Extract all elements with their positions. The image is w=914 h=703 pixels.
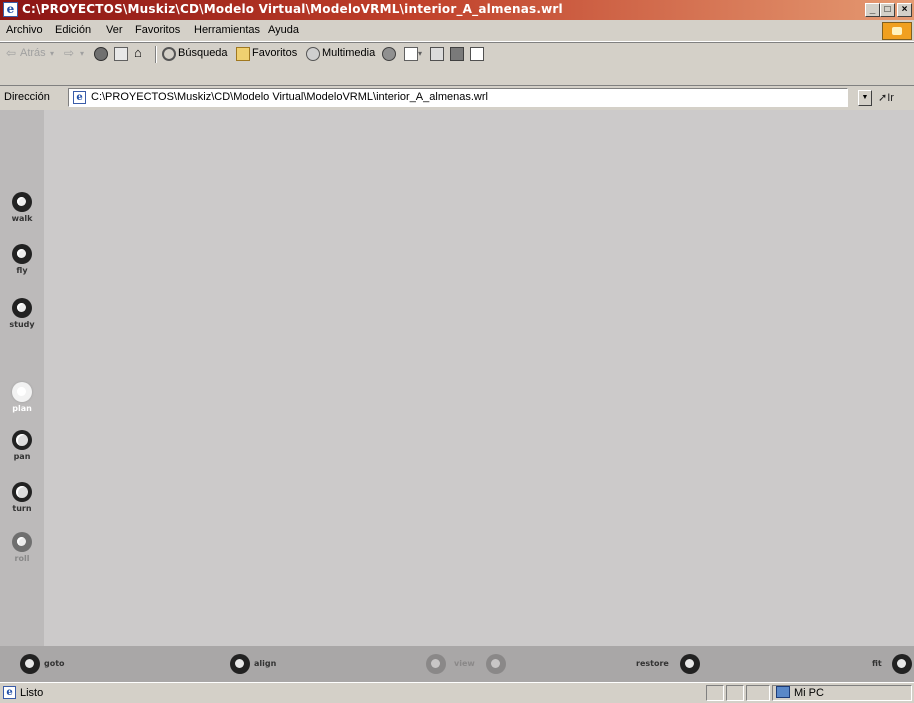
menu-ver[interactable]: Ver [106,24,123,36]
history-icon[interactable] [382,47,396,61]
turn-knob-icon [12,482,32,502]
menu-bar: Archivo Edición Ver Favoritos Herramient… [0,20,914,42]
study-knob-icon [12,298,32,318]
minimize-button[interactable]: _ [865,3,880,17]
goto-label: goto [44,659,65,668]
roll-label: roll [14,554,30,563]
menu-archivo[interactable]: Archivo [6,24,43,36]
status-pane-zone [772,685,912,701]
fly-label: fly [16,266,28,275]
status-text: Listo [20,687,44,699]
go-button[interactable]: ➚Ir [878,91,894,104]
stop-icon[interactable] [94,47,108,61]
multimedia-button[interactable]: Multimedia [322,47,375,59]
status-pane-progress [706,685,724,701]
go-label: Ir [887,92,894,104]
go-arrow-icon: ➚ [878,92,888,104]
vrml-bottom-dashboard: goto align view restore fit [0,646,914,682]
multimedia-icon[interactable] [306,47,320,61]
toolbar: ⇦ Atrás ▾ ⇨ ▾ ⌂ Búsqueda Favoritos Multi… [0,42,914,65]
ie-page-icon[interactable]: e [3,2,18,17]
plan-label: plan [12,404,32,413]
restore-knob-icon [680,654,700,674]
plan-button[interactable]: plan [0,382,44,413]
plan-knob-icon [12,382,32,402]
align-knob-icon [230,654,250,674]
computer-icon [776,686,790,698]
menu-favoritos[interactable]: Favoritos [135,24,180,36]
back-dropdown-icon[interactable]: ▾ [50,47,64,61]
walk-button[interactable]: walk [0,192,44,223]
align-button[interactable]: align [230,654,290,676]
view-prev-icon[interactable] [426,654,446,674]
menu-edicion[interactable]: Edición [55,24,91,36]
pan-button[interactable]: pan [0,430,44,461]
address-input[interactable]: e C:\PROYECTOS\Muskiz\CD\Modelo Virtual\… [68,88,848,107]
walk-label: walk [11,214,33,223]
fit-label: fit [872,659,882,668]
vrml-3d-canvas[interactable] [44,110,914,646]
view-next-icon[interactable] [486,654,506,674]
windows-logo-throbber [882,22,912,40]
walk-knob-icon [12,192,32,212]
search-button[interactable]: Búsqueda [178,47,228,59]
back-arrow-icon[interactable]: ⇦ [6,47,20,61]
pan-knob-icon [12,430,32,450]
discuss-icon[interactable] [470,47,484,61]
status-bar: e Listo Mi PC [0,682,914,703]
goto-knob-icon [20,654,40,674]
study-label: study [9,320,35,329]
forward-dropdown-icon[interactable]: ▾ [80,47,94,61]
address-url[interactable]: C:\PROYECTOS\Muskiz\CD\Modelo Virtual\Mo… [91,91,488,103]
view-label: view [454,659,475,668]
restore-label: restore [636,659,669,668]
favorites-icon[interactable] [236,47,250,61]
study-button[interactable]: study [0,298,44,329]
status-page-icon: e [3,686,16,699]
favorites-button[interactable]: Favoritos [252,47,297,59]
address-bar: Dirección e C:\PROYECTOS\Muskiz\CD\Model… [0,85,914,111]
forward-arrow-icon[interactable]: ⇨ [64,47,78,61]
window-title: C:\PROYECTOS\Muskiz\CD\Modelo Virtual\Mo… [22,2,563,16]
print-icon[interactable] [430,47,444,61]
status-pane-extra [746,685,770,701]
back-button[interactable]: Atrás [20,47,46,59]
fly-knob-icon [12,244,32,264]
menu-herramientas[interactable]: Herramientas [194,24,260,36]
mail-icon[interactable] [404,47,418,61]
page-icon: e [73,91,86,104]
align-label: align [254,659,277,668]
home-icon[interactable]: ⌂ [134,46,148,61]
maximize-button[interactable]: □ [880,3,895,17]
restore-button[interactable]: restore [636,654,706,676]
fly-button[interactable]: fly [0,244,44,275]
turn-label: turn [12,504,32,513]
menu-ayuda[interactable]: Ayuda [268,24,299,36]
refresh-icon[interactable] [114,47,128,61]
security-zone-label: Mi PC [794,687,824,699]
edit-icon[interactable] [450,47,464,61]
vrml-viewer[interactable]: walk fly study plan pan turn roll goto a… [0,110,914,682]
address-dropdown-icon[interactable]: ▼ [858,90,872,106]
address-label: Dirección [4,91,50,103]
vrml-nav-panel: walk fly study plan pan turn roll [0,110,44,646]
goto-button[interactable]: goto [20,654,80,676]
title-bar[interactable]: e C:\PROYECTOS\Muskiz\CD\Modelo Virtual\… [0,0,914,20]
close-button[interactable]: × [897,3,912,17]
pan-label: pan [13,452,31,461]
view-button[interactable]: view [426,654,510,676]
fit-knob-icon [892,654,912,674]
search-icon[interactable] [162,47,176,61]
roll-button[interactable]: roll [0,532,44,563]
roll-knob-icon [12,532,32,552]
turn-button[interactable]: turn [0,482,44,513]
toolbar-separator [155,46,157,63]
fit-button[interactable]: fit [872,654,912,676]
status-pane-lock [726,685,744,701]
